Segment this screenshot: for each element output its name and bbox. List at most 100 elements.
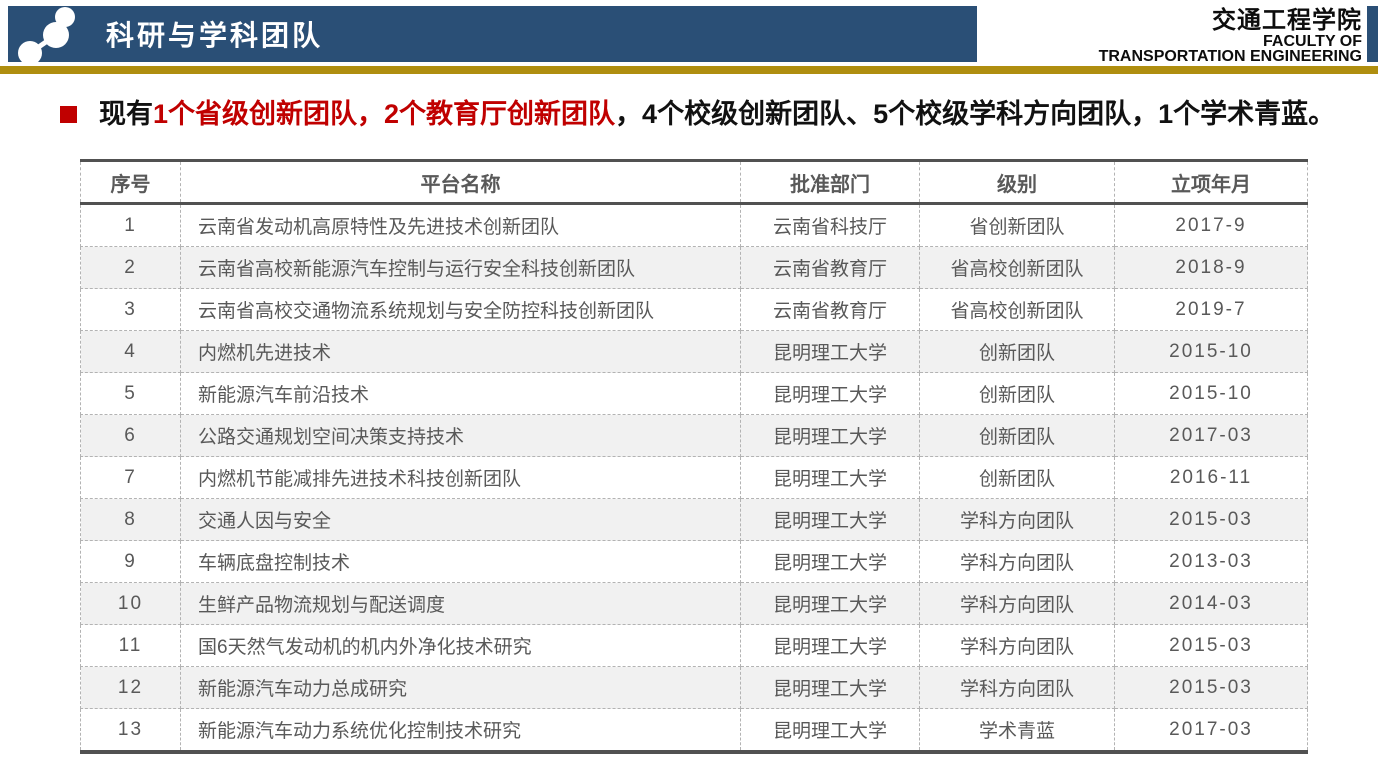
summary-text: 现有1个省级创新团队，2个教育厅创新团队，4个校级创新团队、5个校级学科方向团队… — [99, 95, 1335, 133]
cell-platform-name: 新能源汽车动力系统优化控制技术研究 — [181, 709, 741, 753]
cell-project-date: 2014-03 — [1115, 583, 1308, 625]
slide-header-bar: 科研与学科团队 — [8, 6, 977, 62]
team-table: 序号 平台名称 批准部门 级别 立项年月 1 云南省发动机高原特性及先进技术创新… — [80, 159, 1308, 754]
cell-project-date: 2015-03 — [1115, 667, 1308, 709]
cell-no: 11 — [81, 625, 181, 667]
cell-no: 7 — [81, 457, 181, 499]
table-row: 5 新能源汽车前沿技术 昆明理工大学 创新团队 2015-10 — [81, 373, 1308, 415]
cell-approving-dept: 昆明理工大学 — [741, 499, 920, 541]
bullet-square-icon — [60, 106, 77, 123]
cell-project-date: 2019-7 — [1115, 289, 1308, 331]
cell-no: 4 — [81, 331, 181, 373]
cell-no: 1 — [81, 204, 181, 247]
cell-no: 13 — [81, 709, 181, 753]
cell-project-date: 2017-9 — [1115, 204, 1308, 247]
molecule-icon — [12, 5, 92, 63]
cell-project-date: 2017-03 — [1115, 709, 1308, 753]
cell-approving-dept: 云南省教育厅 — [741, 247, 920, 289]
cell-project-date: 2015-03 — [1115, 499, 1308, 541]
cell-no: 5 — [81, 373, 181, 415]
cell-level: 省创新团队 — [920, 204, 1115, 247]
cell-level: 省高校创新团队 — [920, 247, 1115, 289]
table-row: 6 公路交通规划空间决策支持技术 昆明理工大学 创新团队 2017-03 — [81, 415, 1308, 457]
cell-approving-dept: 云南省教育厅 — [741, 289, 920, 331]
cell-no: 12 — [81, 667, 181, 709]
table-row: 3 云南省高校交通物流系统规划与安全防控科技创新团队 云南省教育厅 省高校创新团… — [81, 289, 1308, 331]
institution-name-en-line1: FACULTY OF — [1099, 34, 1362, 49]
cell-no: 10 — [81, 583, 181, 625]
institution-name-cn: 交通工程学院 — [1099, 7, 1362, 34]
cell-platform-name: 云南省高校新能源汽车控制与运行安全科技创新团队 — [181, 247, 741, 289]
cell-project-date: 2016-11 — [1115, 457, 1308, 499]
cell-no: 3 — [81, 289, 181, 331]
institution-block: 交通工程学院 FACULTY OF TRANSPORTATION ENGINEE… — [1099, 7, 1362, 64]
summary-highlight-1: 1个省级创新团队， — [153, 99, 384, 129]
cell-project-date: 2018-9 — [1115, 247, 1308, 289]
cell-level: 创新团队 — [920, 415, 1115, 457]
table-row: 10 生鲜产品物流规划与配送调度 昆明理工大学 学科方向团队 2014-03 — [81, 583, 1308, 625]
team-table-header: 序号 平台名称 批准部门 级别 立项年月 — [81, 161, 1308, 204]
column-header-level: 级别 — [920, 161, 1115, 204]
cell-no: 9 — [81, 541, 181, 583]
cell-level: 创新团队 — [920, 373, 1115, 415]
column-header-name: 平台名称 — [181, 161, 741, 204]
cell-no: 8 — [81, 499, 181, 541]
table-row: 9 车辆底盘控制技术 昆明理工大学 学科方向团队 2013-03 — [81, 541, 1308, 583]
summary-highlight-2: 2个教育厅创新团队 — [384, 99, 615, 129]
cell-level: 创新团队 — [920, 457, 1115, 499]
header-accent-block — [1367, 6, 1378, 62]
table-header-row: 序号 平台名称 批准部门 级别 立项年月 — [81, 161, 1308, 204]
page-title: 科研与学科团队 — [106, 14, 323, 54]
table-row: 8 交通人因与安全 昆明理工大学 学科方向团队 2015-03 — [81, 499, 1308, 541]
team-table-body: 1 云南省发动机高原特性及先进技术创新团队 云南省科技厅 省创新团队 2017-… — [81, 204, 1308, 753]
gold-divider — [0, 66, 1378, 74]
column-header-no: 序号 — [81, 161, 181, 204]
summary-bullet-line: 现有1个省级创新团队，2个教育厅创新团队，4个校级创新团队、5个校级学科方向团队… — [60, 95, 1335, 133]
table-row: 13 新能源汽车动力系统优化控制技术研究 昆明理工大学 学术青蓝 2017-03 — [81, 709, 1308, 753]
institution-name-en-line2: TRANSPORTATION ENGINEERING — [1099, 49, 1362, 64]
cell-level: 学科方向团队 — [920, 541, 1115, 583]
table-row: 12 新能源汽车动力总成研究 昆明理工大学 学科方向团队 2015-03 — [81, 667, 1308, 709]
cell-platform-name: 云南省发动机高原特性及先进技术创新团队 — [181, 204, 741, 247]
cell-platform-name: 内燃机节能减排先进技术科技创新团队 — [181, 457, 741, 499]
cell-platform-name: 公路交通规划空间决策支持技术 — [181, 415, 741, 457]
cell-no: 2 — [81, 247, 181, 289]
cell-platform-name: 车辆底盘控制技术 — [181, 541, 741, 583]
cell-project-date: 2015-10 — [1115, 373, 1308, 415]
cell-platform-name: 生鲜产品物流规划与配送调度 — [181, 583, 741, 625]
table-row: 1 云南省发动机高原特性及先进技术创新团队 云南省科技厅 省创新团队 2017-… — [81, 204, 1308, 247]
cell-level: 学科方向团队 — [920, 583, 1115, 625]
cell-level: 学科方向团队 — [920, 499, 1115, 541]
cell-platform-name: 新能源汽车动力总成研究 — [181, 667, 741, 709]
cell-approving-dept: 昆明理工大学 — [741, 541, 920, 583]
table-row: 4 内燃机先进技术 昆明理工大学 创新团队 2015-10 — [81, 331, 1308, 373]
cell-no: 6 — [81, 415, 181, 457]
cell-approving-dept: 昆明理工大学 — [741, 667, 920, 709]
cell-level: 学科方向团队 — [920, 625, 1115, 667]
cell-platform-name: 云南省高校交通物流系统规划与安全防控科技创新团队 — [181, 289, 741, 331]
cell-project-date: 2015-10 — [1115, 331, 1308, 373]
column-header-date: 立项年月 — [1115, 161, 1308, 204]
cell-level: 创新团队 — [920, 331, 1115, 373]
cell-level: 省高校创新团队 — [920, 289, 1115, 331]
cell-level: 学科方向团队 — [920, 667, 1115, 709]
cell-platform-name: 新能源汽车前沿技术 — [181, 373, 741, 415]
summary-prefix: 现有 — [99, 99, 153, 129]
table-row: 2 云南省高校新能源汽车控制与运行安全科技创新团队 云南省教育厅 省高校创新团队… — [81, 247, 1308, 289]
cell-approving-dept: 昆明理工大学 — [741, 373, 920, 415]
cell-platform-name: 内燃机先进技术 — [181, 331, 741, 373]
cell-approving-dept: 云南省科技厅 — [741, 204, 920, 247]
cell-project-date: 2015-03 — [1115, 625, 1308, 667]
cell-approving-dept: 昆明理工大学 — [741, 625, 920, 667]
cell-platform-name: 交通人因与安全 — [181, 499, 741, 541]
cell-approving-dept: 昆明理工大学 — [741, 583, 920, 625]
cell-approving-dept: 昆明理工大学 — [741, 415, 920, 457]
column-header-dept: 批准部门 — [741, 161, 920, 204]
table-row: 11 国6天然气发动机的机内外净化技术研究 昆明理工大学 学科方向团队 2015… — [81, 625, 1308, 667]
cell-platform-name: 国6天然气发动机的机内外净化技术研究 — [181, 625, 741, 667]
cell-project-date: 2013-03 — [1115, 541, 1308, 583]
cell-approving-dept: 昆明理工大学 — [741, 709, 920, 753]
cell-level: 学术青蓝 — [920, 709, 1115, 753]
cell-approving-dept: 昆明理工大学 — [741, 331, 920, 373]
cell-approving-dept: 昆明理工大学 — [741, 457, 920, 499]
